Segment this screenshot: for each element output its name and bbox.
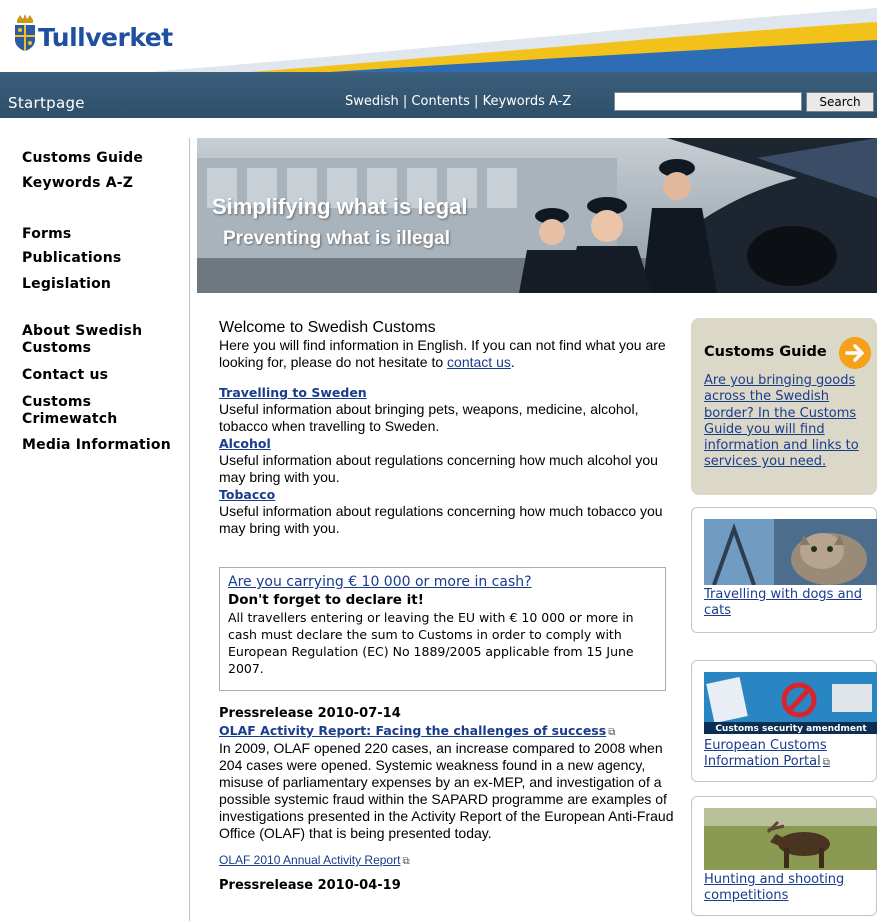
external-link-icon: ⧉ bbox=[608, 727, 616, 738]
keywords-link[interactable]: Keywords A-Z bbox=[483, 94, 572, 109]
sidebar-item-about[interactable]: About Swedish Customs bbox=[22, 323, 162, 357]
press-release-text: In 2009, OLAF opened 220 cases, an incre… bbox=[219, 740, 674, 841]
promo-image-security[interactable]: Customs security amendment bbox=[704, 672, 877, 738]
promo-image-caption: Customs security amendment bbox=[715, 724, 867, 734]
site-logo[interactable]: Tullverket bbox=[13, 14, 173, 52]
sidebar-item-legislation[interactable]: Legislation bbox=[22, 276, 111, 293]
hunting-link[interactable]: Hunting and shooting competitions bbox=[704, 872, 877, 904]
top-navigation-bar: Startpage Swedish | Contents | Keywords … bbox=[0, 72, 877, 118]
contact-us-link[interactable]: contact us bbox=[447, 354, 511, 370]
promo-image-cat[interactable] bbox=[704, 519, 877, 585]
report-link-row: OLAF 2010 Annual Activity Report ⧉ bbox=[219, 851, 674, 869]
swedish-link[interactable]: Swedish bbox=[345, 94, 399, 109]
main-content: Welcome to Swedish Customs Here you will… bbox=[219, 318, 669, 537]
cash-declaration-box: Are you carrying € 10 000 or more in cas… bbox=[219, 567, 666, 691]
welcome-title: Welcome to Swedish Customs bbox=[219, 319, 436, 336]
sidebar-item-keywords[interactable]: Keywords A-Z bbox=[22, 175, 133, 192]
hero-banner: Simplifying what is legal Preventing wha… bbox=[197, 138, 877, 293]
external-link-icon: ⧉ bbox=[822, 757, 830, 768]
press-date: Pressrelease 2010-07-14 bbox=[219, 706, 401, 721]
customs-guide-link[interactable]: Are you bringing goods across the Swedis… bbox=[704, 373, 874, 471]
alcohol-link[interactable]: Alcohol bbox=[219, 435, 669, 452]
pets-travel-link[interactable]: Travelling with dogs and cats bbox=[704, 587, 877, 619]
press-date-next: Pressrelease 2010-04-19 bbox=[219, 878, 401, 893]
portal-link-row: European Customs Information Portal ⧉ bbox=[704, 738, 877, 771]
promo-image-moose[interactable] bbox=[704, 808, 877, 874]
sidebar-item-customs-guide[interactable]: Customs Guide bbox=[22, 150, 143, 167]
cash-declaration-text: All travellers entering or leaving the E… bbox=[228, 610, 634, 676]
welcome-text-body: Here you will find information in Englis… bbox=[219, 337, 666, 370]
arrow-right-icon[interactable] bbox=[839, 337, 871, 369]
customs-guide-box: Customs Guide Are you bringing goods acr… bbox=[691, 318, 877, 495]
press-title-row: OLAF Activity Report: Facing the challen… bbox=[219, 722, 674, 740]
sidebar-item-crimewatch[interactable]: Customs Crimewatch bbox=[22, 394, 142, 428]
sidebar-item-forms[interactable]: Forms bbox=[22, 226, 71, 243]
search-input[interactable] bbox=[614, 92, 802, 111]
promo-hunting: Hunting and shooting competitions bbox=[691, 796, 877, 916]
cash-declaration-link[interactable]: Are you carrying € 10 000 or more in cas… bbox=[228, 573, 657, 591]
sidebar-item-publications[interactable]: Publications bbox=[22, 250, 121, 267]
travelling-to-sweden-link[interactable]: Travelling to Sweden bbox=[219, 384, 669, 401]
alcohol-description: Useful information about regulations con… bbox=[219, 452, 658, 485]
top-nav-links: Swedish | Contents | Keywords A-Z bbox=[345, 94, 571, 109]
cash-declaration-subtitle: Don't forget to declare it! bbox=[228, 592, 424, 608]
press-releases: Pressrelease 2010-07-14 OLAF Activity Re… bbox=[219, 706, 674, 894]
contents-link[interactable]: Contents bbox=[411, 94, 469, 109]
tobacco-description: Useful information about regulations con… bbox=[219, 503, 663, 536]
startpage-link[interactable]: Startpage bbox=[8, 94, 85, 112]
royal-crest-icon bbox=[15, 14, 35, 51]
customs-portal-link[interactable]: European Customs Information Portal bbox=[704, 738, 827, 769]
annual-report-link[interactable]: OLAF 2010 Annual Activity Report bbox=[219, 853, 400, 867]
search-button[interactable]: Search bbox=[806, 92, 874, 112]
customs-guide-title: Customs Guide bbox=[704, 344, 827, 360]
welcome-text-end: . bbox=[510, 354, 515, 370]
nav-separator: | bbox=[398, 94, 412, 109]
hero-slogan-line1: Simplifying what is legal bbox=[212, 194, 468, 219]
external-link-icon: ⧉ bbox=[402, 856, 410, 867]
sidebar-item-media[interactable]: Media Information bbox=[22, 437, 171, 454]
nav-separator: | bbox=[469, 94, 483, 109]
logo-text: Tullverket bbox=[38, 22, 173, 52]
sidebar-item-contact[interactable]: Contact us bbox=[22, 367, 108, 384]
press-release-link[interactable]: OLAF Activity Report: Facing the challen… bbox=[219, 723, 606, 738]
tobacco-link[interactable]: Tobacco bbox=[219, 486, 669, 503]
left-sidebar: Customs Guide Keywords A-Z Forms Publica… bbox=[0, 138, 190, 921]
promo-customs-portal: Customs security amendment European Cust… bbox=[691, 660, 877, 782]
hero-slogan-line2: Preventing what is illegal bbox=[223, 228, 451, 249]
promo-pets: Travelling with dogs and cats bbox=[691, 507, 877, 633]
site-header: Tullverket bbox=[0, 0, 877, 72]
welcome-text: Here you will find information in Englis… bbox=[219, 337, 669, 371]
travelling-description: Useful information about bringing pets, … bbox=[219, 401, 639, 434]
